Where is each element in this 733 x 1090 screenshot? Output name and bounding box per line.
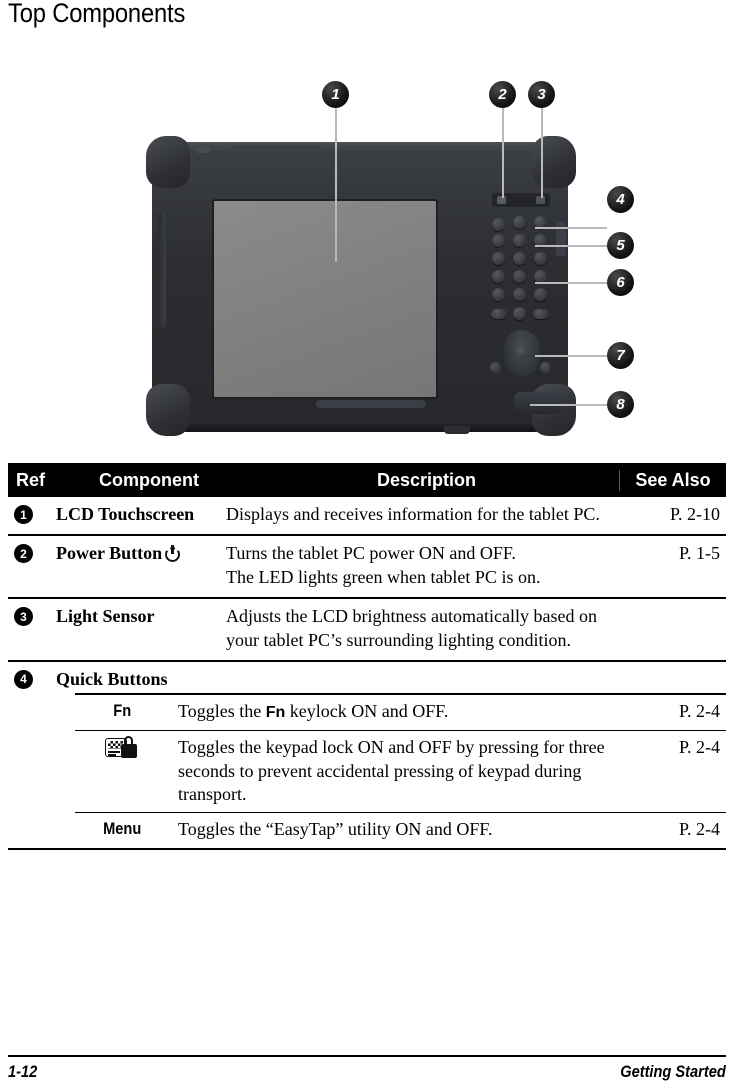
callout-badge-3: 3 (14, 607, 33, 627)
leader-line-6 (535, 282, 607, 284)
bottom-slot (316, 400, 426, 408)
callout-8: 8 (607, 391, 634, 418)
keypad-key (491, 309, 507, 319)
callout-badge-4: 4 (14, 669, 33, 689)
callout-badge-1: 1 (14, 505, 33, 524)
top-slot (228, 146, 324, 153)
bottom-tab (444, 426, 470, 434)
table-row: 1 LCD Touchscreen Displays and receives … (8, 497, 726, 537)
keypad-key (534, 288, 547, 301)
quick-button-key-label: Fn (113, 701, 132, 721)
see-also-cell: P. 2-4 (678, 701, 720, 722)
leader-line-2 (502, 102, 504, 198)
see-also-cell: P. 1-5 (678, 543, 720, 564)
leader-line-5 (535, 245, 607, 247)
column-header-description: Description (376, 469, 477, 490)
keypad-key (533, 309, 549, 319)
callout-3: 3 (528, 81, 555, 108)
keypad-key (492, 270, 505, 283)
description-line-1: Turns the tablet PC power ON and OFF. (226, 543, 516, 564)
callout-7: 7 (607, 342, 634, 369)
description-post: keylock ON and OFF. (285, 701, 449, 722)
description-cell: Toggles the Fn keylock ON and OFF. (178, 700, 620, 724)
lcd-touchscreen (212, 199, 438, 399)
component-cell: Power Button (56, 542, 226, 565)
keypad-lock-icon (104, 736, 139, 760)
keypad-key (492, 218, 505, 231)
table-bottom-rule (8, 847, 726, 850)
footer-rule (8, 1055, 726, 1057)
corner-bumper-top-left (146, 136, 190, 188)
quick-button-key-label: Menu (103, 819, 142, 839)
page-title: Top Components (8, 0, 186, 28)
description-cell: Toggles the “EasyTap” utility ON and OFF… (178, 819, 493, 840)
keypad-key (513, 307, 526, 320)
keypad-key (492, 288, 505, 301)
see-also-cell: P. 2-4 (678, 819, 720, 840)
callout-1: 1 (322, 81, 349, 108)
keypad-key (513, 216, 526, 229)
ref-cell: 3 (8, 605, 56, 627)
table-subrow: Toggles the keypad lock ON and OFF by pr… (75, 731, 726, 814)
description-cell: Toggles the keypad lock ON and OFF by pr… (178, 737, 605, 804)
table-row: 3 Light Sensor Adjusts the LCD brightnes… (8, 599, 726, 662)
leader-line-3 (541, 102, 543, 198)
dpad-center-key (515, 345, 529, 359)
ref-cell: 4 (8, 668, 56, 689)
power-icon (165, 545, 182, 563)
callout-2: 2 (489, 81, 516, 108)
component-label: Power Button (56, 543, 163, 564)
keypad-key (492, 252, 505, 265)
ref-cell: 2 (8, 542, 56, 564)
description-line-2: The LED lights green when tablet PC is o… (226, 566, 541, 587)
description-pre: Toggles the (178, 701, 266, 722)
column-header-ref: Ref (16, 469, 46, 490)
callout-badge-2: 2 (14, 544, 33, 564)
table-subrow: Fn Toggles the Fn keylock ON and OFF. P.… (75, 693, 726, 732)
description-cell: Turns the tablet PC power ON and OFF. Th… (226, 542, 620, 589)
leader-line-4 (535, 227, 607, 229)
keypad-key (513, 288, 526, 301)
component-cell: Quick Buttons (56, 668, 168, 689)
tablet-illustration: 1 2 3 4 5 6 7 8 (0, 62, 733, 447)
column-header-see-also: See Also (619, 469, 726, 491)
keypad-key (534, 252, 547, 265)
footer-page-number: 1-12 (8, 1062, 38, 1081)
leader-line-7 (535, 355, 607, 357)
footer-section-name: Getting Started (620, 1062, 726, 1081)
keypad-key (490, 362, 501, 373)
see-also-cell: P. 2-10 (669, 504, 720, 524)
description-keyword: Fn (265, 704, 286, 722)
corner-bumper-top-right (532, 136, 576, 188)
keypad-key (540, 362, 551, 373)
leader-line-1 (335, 102, 337, 262)
description-cell: Displays and receives information for th… (226, 504, 600, 524)
quick-button-key-icon-cell (75, 736, 178, 761)
top-nub (196, 147, 210, 153)
table-row: 2 Power Button Turns the tablet PC power… (8, 536, 726, 600)
keypad-key (513, 234, 526, 247)
keypad-key (492, 234, 505, 247)
component-cell: LCD Touchscreen (56, 504, 195, 524)
keypad-key (513, 270, 526, 283)
page-footer: 1-12 Getting Started (8, 1062, 726, 1082)
quick-buttons-keypad (488, 214, 554, 394)
callout-5: 5 (607, 232, 634, 259)
table-header-row: Ref Component Description See Also (8, 463, 726, 497)
components-table: Ref Component Description See Also 1 LCD… (8, 463, 726, 850)
component-cell: Light Sensor (56, 606, 155, 627)
ref-cell: 1 (8, 503, 56, 524)
leader-line-8 (530, 404, 607, 406)
column-header-component: Component (99, 469, 199, 490)
bottom-foot (514, 392, 562, 414)
description-cell: Adjusts the LCD brightness automatically… (226, 606, 597, 650)
table-row: 4 Quick Buttons (8, 662, 726, 693)
callout-6: 6 (607, 269, 634, 296)
corner-bumper-bottom-left (146, 384, 190, 436)
table-subrow: Menu Toggles the “EasyTap” utility ON an… (75, 813, 726, 847)
keypad-key (513, 252, 526, 265)
see-also-cell: P. 2-4 (678, 737, 720, 758)
callout-4: 4 (607, 186, 634, 213)
left-rail (158, 212, 166, 328)
